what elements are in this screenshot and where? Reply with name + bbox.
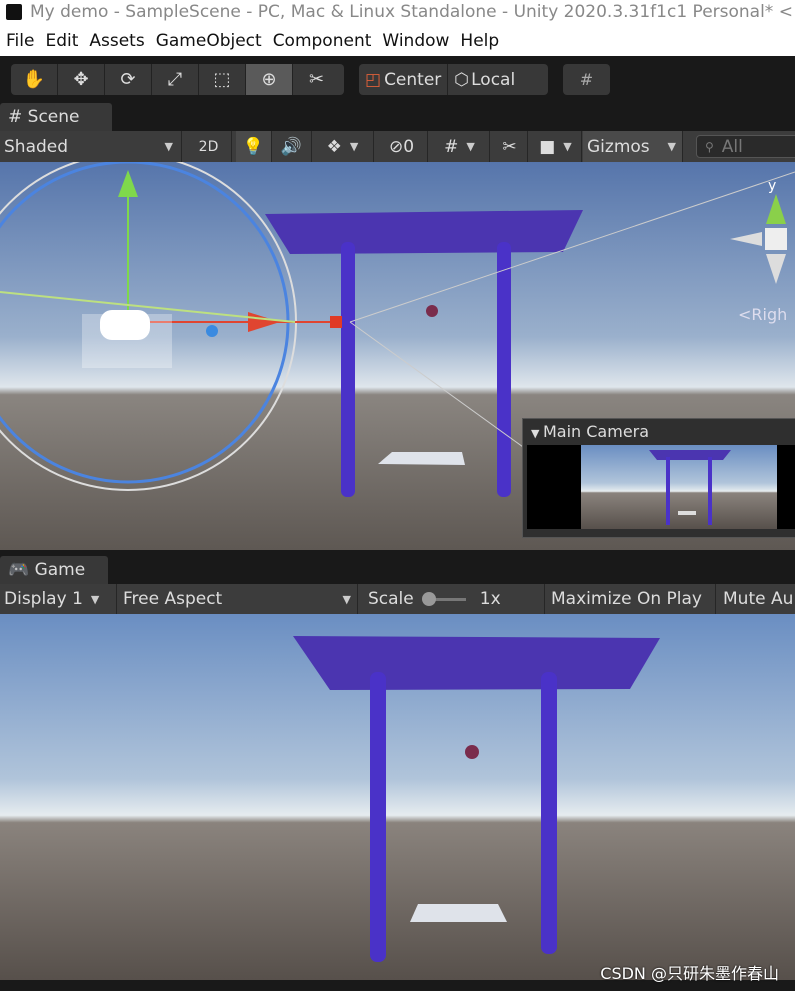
tools-icon: ✂ [502, 136, 517, 157]
scale-slider-handle[interactable] [421, 591, 436, 606]
menu-gameobject[interactable]: GameObject [156, 31, 262, 51]
plane-object[interactable] [378, 452, 465, 465]
menu-component[interactable]: Component [273, 31, 372, 51]
sphere-object [465, 745, 479, 759]
rotate-tool-button[interactable]: ⟳ [105, 64, 152, 95]
projection-label[interactable]: <Righ [738, 305, 787, 324]
unity-logo-icon [6, 4, 22, 20]
lighting-toggle[interactable]: 💡 [236, 131, 272, 162]
pivot-center-button[interactable]: ◰ Center [359, 64, 449, 95]
tab-game[interactable]: 🎮 Game [0, 556, 108, 584]
display-dropdown[interactable]: Display 1 ▼ [0, 584, 117, 614]
camera-preview-window: ▼ Main Camera [522, 418, 795, 538]
audio-toggle[interactable]: 🔊 [272, 131, 312, 162]
plane-object [410, 904, 507, 922]
menu-edit[interactable]: Edit [45, 31, 78, 51]
pivot-icon: ◰ [365, 69, 382, 90]
menu-help[interactable]: Help [460, 31, 499, 51]
custom-tool-button[interactable]: ✂ [293, 64, 340, 95]
hand-tool-button[interactable]: ✋ [11, 64, 58, 95]
pivot-controls: ◰ Center ⬡ Local [359, 64, 548, 95]
sphere-object[interactable] [426, 305, 438, 317]
grid-dropdown[interactable]: # ▼ [430, 131, 490, 162]
scene-search-input[interactable]: ⚲ All [696, 135, 795, 158]
tab-scene[interactable]: # Scene [0, 103, 112, 131]
menu-window[interactable]: Window [382, 31, 449, 51]
table-object [293, 636, 660, 690]
menu-assets[interactable]: Assets [89, 31, 144, 51]
window-title: My demo - SampleScene - PC, Mac & Linux … [30, 2, 793, 22]
pivot-local-button[interactable]: ⬡ Local [448, 64, 521, 95]
rect-tool-button[interactable]: ⬚ [199, 64, 246, 95]
maximize-on-play-toggle[interactable]: Maximize On Play [546, 584, 716, 614]
transform-tool-button[interactable]: ⊕ [246, 64, 293, 95]
grid-snap-icon: # [579, 70, 594, 89]
camera-preview [527, 445, 795, 529]
scene-toolbar: Shaded ▼ 2D 💡 🔊 ❖ ▼ ⊘ 0 # ▼ ✂ ■ ▼ Gizmos ▼ ⚲ Al… [0, 131, 795, 162]
light-bulb-icon: 💡 [242, 136, 265, 157]
camera-icon: ■ [539, 136, 556, 157]
aspect-dropdown[interactable]: Free Aspect ▼ [118, 584, 358, 614]
menu-bar: File Edit Assets GameObject Component Window H… [0, 26, 795, 56]
tools-toggle[interactable]: ✂ [492, 131, 528, 162]
mute-audio-toggle[interactable]: Mute Au [717, 584, 795, 614]
snap-button[interactable]: # [563, 64, 610, 95]
draw-mode-dropdown[interactable]: Shaded ▼ [0, 131, 182, 162]
game-viewport[interactable] [0, 614, 795, 980]
speaker-icon: 🔊 [280, 136, 303, 157]
scale-slider[interactable]: Scale 1x [359, 584, 545, 614]
main-toolbar: ✋ ✥ ⟳ ⤢ ⬚ ⊕ ✂ ◰ Center ⬡ Local # [0, 56, 795, 102]
2d-toggle[interactable]: 2D [186, 131, 232, 162]
camera-icon [100, 310, 150, 340]
effects-icon: ❖ [326, 136, 342, 157]
camera-dropdown[interactable]: ■ ▼ [530, 131, 582, 162]
scene-hash-icon: # [8, 107, 28, 127]
cube-icon: ⬡ [454, 69, 470, 90]
collapse-icon[interactable]: ▼ [531, 427, 543, 440]
chevron-down-icon: ▼ [164, 140, 173, 153]
effects-dropdown[interactable]: ❖ ▼ [312, 131, 374, 162]
hidden-objects-toggle[interactable]: ⊘ 0 [376, 131, 428, 162]
grid-icon: # [444, 136, 459, 157]
move-tool-button[interactable]: ✥ [58, 64, 105, 95]
transform-tools: ✋ ✥ ⟳ ⤢ ⬚ ⊕ ✂ [11, 64, 344, 95]
game-toolbar: Display 1 ▼ Free Aspect ▼ Scale 1x Maximize… [0, 584, 795, 614]
eye-slash-icon: ⊘ [388, 136, 404, 157]
watermark: CSDN @只研朱墨作春山 [600, 964, 779, 983]
axis-y-label: y [768, 178, 776, 194]
search-icon: ⚲ [705, 139, 714, 154]
title-bar: My demo - SampleScene - PC, Mac & Linux … [0, 0, 795, 26]
panel-divider[interactable] [0, 550, 795, 556]
scale-tool-button[interactable]: ⤢ [152, 64, 199, 95]
table-leg [370, 672, 386, 962]
gamepad-icon: 🎮 [8, 560, 30, 580]
gizmos-dropdown[interactable]: Gizmos ▼ [583, 131, 683, 162]
table-leg [541, 672, 557, 954]
menu-file[interactable]: File [6, 31, 34, 51]
